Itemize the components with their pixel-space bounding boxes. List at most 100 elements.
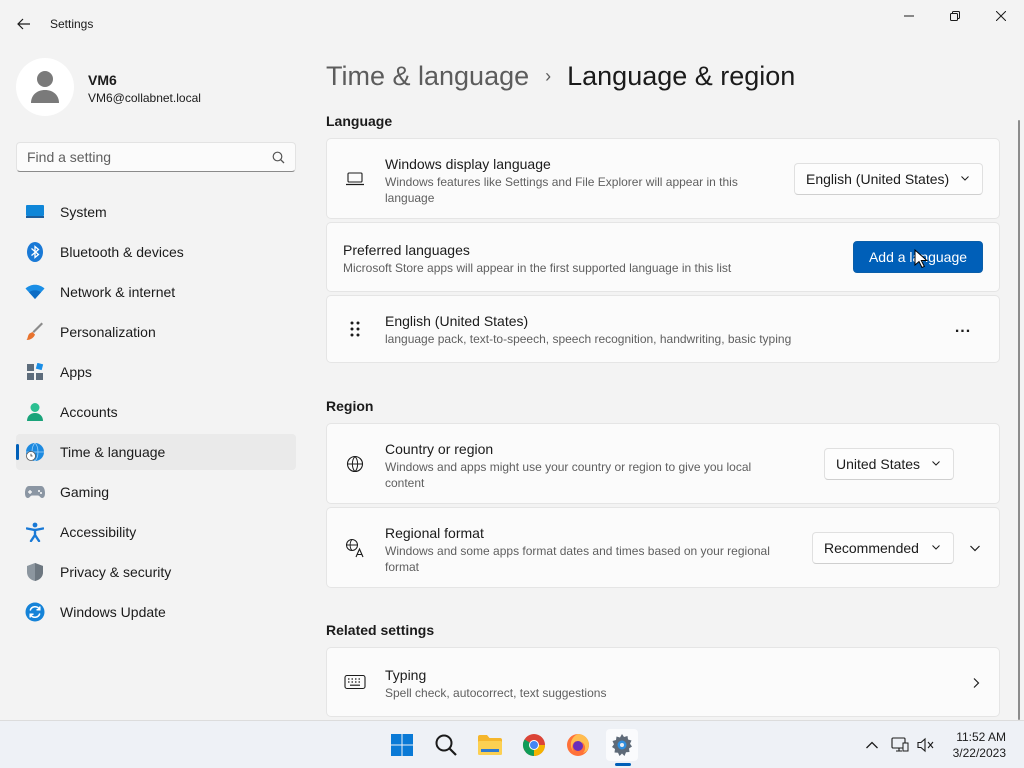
brush-icon [24, 321, 46, 343]
sidebar-item-time-language[interactable]: Time & language [16, 434, 296, 470]
sidebar-item-network[interactable]: Network & internet [16, 274, 296, 310]
sidebar-item-label: Accounts [60, 404, 118, 420]
sidebar-item-gaming[interactable]: Gaming [16, 474, 296, 510]
update-icon [24, 601, 46, 623]
firefox-icon [567, 734, 589, 756]
back-button[interactable] [10, 10, 38, 38]
sidebar-item-bluetooth[interactable]: Bluetooth & devices [16, 234, 296, 270]
installed-language-desc: language pack, text-to-speech, speech re… [385, 332, 792, 346]
breadcrumb-parent[interactable]: Time & language [326, 61, 529, 92]
country-region-dropdown[interactable]: United States [824, 448, 954, 480]
network-tray-icon[interactable] [890, 735, 910, 755]
sidebar-item-privacy[interactable]: Privacy & security [16, 554, 296, 590]
preferred-languages-card: Preferred languages Microsoft Store apps… [326, 222, 1000, 292]
file-explorer-button[interactable] [474, 729, 506, 761]
app-title: Settings [50, 17, 94, 31]
display-language-title: Windows display language [385, 156, 551, 172]
taskbar-search-button[interactable] [430, 729, 462, 761]
search-box[interactable] [16, 142, 296, 172]
sidebar-item-label: Personalization [60, 324, 156, 340]
regional-format-card[interactable]: Regional format Windows and some apps fo… [326, 507, 1000, 588]
more-options-icon: ... [954, 319, 972, 336]
mouse-cursor-icon [914, 249, 928, 269]
chevron-down-icon [932, 545, 940, 550]
title-bar: Settings [0, 0, 1024, 48]
regional-format-dropdown[interactable]: Recommended [812, 532, 954, 564]
sidebar-item-label: Privacy & security [60, 564, 172, 580]
chrome-icon [523, 734, 545, 756]
close-button[interactable] [978, 0, 1024, 32]
country-region-title: Country or region [385, 441, 494, 457]
globe-icon [343, 452, 367, 476]
taskbar-clock[interactable]: 11:52 AM 3/22/2023 [953, 729, 1006, 761]
breadcrumb-separator: › [545, 65, 552, 86]
start-button[interactable] [386, 729, 418, 761]
chevron-up-icon [866, 741, 878, 749]
sidebar-item-windows-update[interactable]: Windows Update [16, 594, 296, 630]
regional-format-icon [343, 536, 367, 560]
user-profile[interactable]: VM6 VM6@collabnet.local [16, 58, 296, 118]
user-name: VM6 [88, 72, 117, 88]
firefox-button[interactable] [562, 729, 594, 761]
sidebar-item-personalization[interactable]: Personalization [16, 314, 296, 350]
restore-icon [950, 11, 960, 21]
typing-title: Typing [385, 667, 427, 683]
apps-icon [24, 361, 46, 383]
expand-button[interactable] [961, 534, 989, 562]
typing-card[interactable]: Typing Spell check, autocorrect, text su… [326, 647, 1000, 717]
sidebar-item-label: Windows Update [60, 604, 166, 620]
volume-tray-icon[interactable] [916, 735, 936, 755]
chevron-down-icon [961, 176, 969, 181]
chevron-down-icon [970, 545, 980, 552]
scrollbar[interactable] [1018, 120, 1020, 720]
sidebar-item-system[interactable]: System [16, 194, 296, 230]
active-app-indicator [615, 763, 631, 766]
sidebar-item-label: System [60, 204, 107, 220]
user-email: VM6@collabnet.local [88, 91, 201, 105]
sidebar-item-label: Network & internet [60, 284, 176, 300]
breadcrumb: Time & language › Language & region [326, 58, 795, 94]
avatar [16, 58, 74, 116]
sidebar-item-accounts[interactable]: Accounts [16, 394, 296, 430]
system-icon [24, 201, 46, 223]
section-title-region: Region [326, 398, 374, 414]
display-language-card: Windows display language Windows feature… [326, 138, 1000, 219]
bluetooth-icon [24, 241, 46, 263]
monitor-icon [891, 737, 909, 752]
settings-taskbar-button[interactable] [606, 729, 638, 761]
installed-language-title: English (United States) [385, 313, 529, 329]
chevron-down-icon [932, 461, 940, 466]
sidebar-item-label: Gaming [60, 484, 110, 500]
sidebar-item-apps[interactable]: Apps [16, 354, 296, 390]
sidebar-item-label: Time & language [60, 444, 166, 460]
clock-date: 3/22/2023 [952, 746, 1006, 760]
wifi-icon [24, 281, 46, 303]
arrow-left-icon [17, 18, 30, 30]
speaker-muted-icon [917, 737, 934, 753]
show-hidden-icons-button[interactable] [862, 735, 882, 755]
display-language-desc: Windows features like Settings and File … [385, 175, 738, 205]
section-title-related: Related settings [326, 622, 435, 638]
chevron-right-icon [973, 678, 980, 688]
search-input[interactable] [27, 149, 257, 165]
preferred-languages-title: Preferred languages [343, 242, 470, 258]
sidebar-item-accessibility[interactable]: Accessibility [16, 514, 296, 550]
keyboard-icon [343, 670, 367, 694]
accounts-icon [24, 401, 46, 423]
minimize-icon [904, 15, 914, 17]
sidebar-nav: System Bluetooth & devices Network & int… [16, 194, 296, 634]
close-icon [996, 11, 1006, 21]
display-language-value: English (United States) [806, 171, 950, 187]
more-options-button[interactable]: ... [949, 314, 977, 342]
section-title-language: Language [326, 113, 393, 129]
sidebar-item-label: Bluetooth & devices [60, 244, 184, 260]
drag-handle-icon[interactable] [343, 317, 367, 341]
country-region-desc: Windows and apps might use your country … [385, 460, 752, 490]
installed-language-card: English (United States) language pack, t… [326, 295, 1000, 363]
regional-format-title: Regional format [385, 525, 484, 541]
minimize-button[interactable] [886, 0, 932, 32]
chrome-button[interactable] [518, 729, 550, 761]
shield-icon [24, 561, 46, 583]
restore-button[interactable] [932, 0, 978, 32]
display-language-dropdown[interactable]: English (United States) [794, 163, 983, 195]
